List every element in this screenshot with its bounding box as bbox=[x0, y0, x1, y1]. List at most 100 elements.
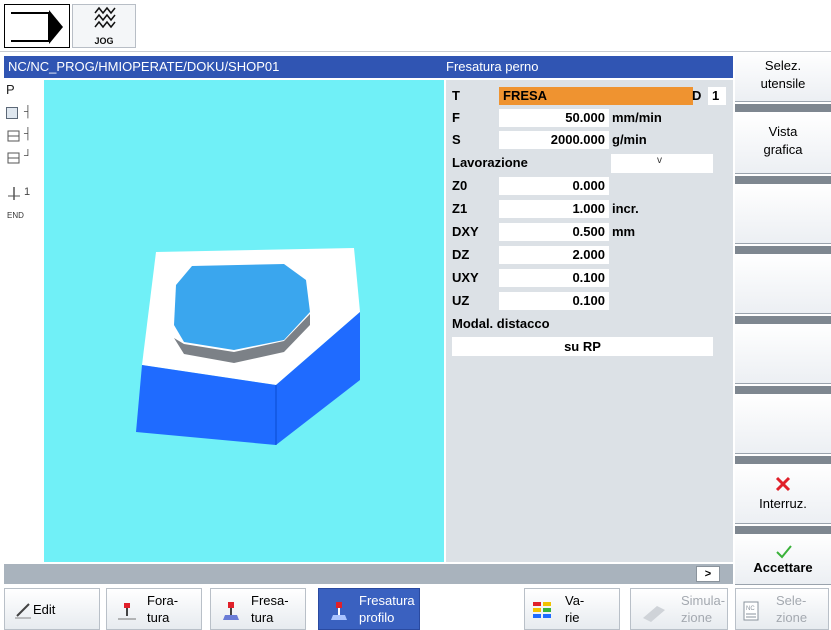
program-header-label: P bbox=[6, 82, 15, 97]
param-row-dz: DZ 2.000 bbox=[446, 245, 733, 265]
misc-label-2: rie bbox=[565, 610, 580, 625]
z0-field[interactable]: 0.000 bbox=[499, 177, 609, 195]
drilling-button[interactable]: Fora- tura bbox=[106, 588, 202, 630]
top-bar: JOG bbox=[0, 0, 831, 52]
horizontal-softkey-bar: Edit Fora- tura Fresa- tura Fresatura pr… bbox=[0, 586, 831, 630]
selection-button[interactable]: NC Sele- zione bbox=[735, 588, 829, 630]
z1-unit[interactable]: incr. bbox=[612, 201, 639, 216]
softkey-divider bbox=[735, 246, 831, 254]
tool-label: T bbox=[452, 88, 460, 103]
simulation-button[interactable]: Simula- zione bbox=[630, 588, 728, 630]
program-header-item[interactable]: P bbox=[4, 82, 44, 102]
param-row-tool: T FRESA D 1 bbox=[446, 86, 733, 106]
param-row-z1: Z1 1.000 incr. bbox=[446, 199, 733, 219]
drilling-icon bbox=[118, 603, 136, 620]
vertical-softkey-bar: Selez. utensile Vista grafica Interruz. … bbox=[735, 52, 831, 585]
softkey-divider bbox=[735, 456, 831, 464]
jog-mode-label: JOG bbox=[94, 36, 114, 46]
step-marker-icon: 1 bbox=[24, 186, 31, 198]
select-tool-button[interactable]: Selez. utensile bbox=[735, 52, 831, 102]
graphic-view-label-2: grafica bbox=[763, 142, 803, 157]
dxy-field[interactable]: 0.500 bbox=[499, 223, 609, 241]
edit-pencil-icon bbox=[15, 603, 31, 619]
vsk-3-button[interactable] bbox=[735, 184, 831, 244]
cycle-title: Fresatura perno bbox=[446, 59, 539, 74]
param-row-machining: Lavorazione v bbox=[446, 153, 733, 173]
misc-label-1: Va- bbox=[565, 593, 585, 608]
accept-button[interactable]: Accettare bbox=[735, 534, 831, 585]
softkey-divider bbox=[735, 316, 831, 324]
vsk-6-button[interactable] bbox=[735, 394, 831, 454]
jog-mode-icon bbox=[94, 6, 116, 29]
svg-text:NC: NC bbox=[746, 606, 755, 612]
selection-label-2: zione bbox=[776, 610, 808, 625]
machining-dropdown[interactable]: v bbox=[611, 154, 713, 173]
dz-field[interactable]: 2.000 bbox=[499, 246, 609, 264]
param-row-retract: su RP bbox=[446, 336, 733, 356]
step-item-pocket-2[interactable]: ┘ bbox=[4, 148, 44, 168]
contour-milling-label-2: profilo bbox=[359, 610, 395, 625]
uxy-label: UXY bbox=[452, 270, 479, 285]
tool-field[interactable]: FRESA bbox=[499, 87, 693, 105]
feed-field[interactable]: 50.000 bbox=[499, 109, 609, 127]
step-item-selected[interactable]: ┤ bbox=[4, 104, 44, 124]
feed-unit[interactable]: mm/min bbox=[612, 110, 662, 125]
z1-field[interactable]: 1.000 bbox=[499, 200, 609, 218]
step-marker-icon: ┤ bbox=[24, 106, 32, 118]
simulation-label-2: zione bbox=[681, 610, 713, 625]
program-end-item[interactable]: END bbox=[4, 208, 44, 228]
spindle-value: 2000.000 bbox=[550, 132, 605, 147]
edit-button[interactable]: Edit bbox=[4, 588, 100, 630]
param-row-retract-label: Modal. distacco bbox=[446, 314, 733, 334]
pocket-icon bbox=[7, 130, 20, 142]
tool-d-field[interactable]: 1 bbox=[708, 87, 726, 105]
tool-value: FRESA bbox=[503, 88, 548, 103]
cancel-button[interactable]: Interruz. bbox=[735, 464, 831, 524]
z0-label: Z0 bbox=[452, 178, 468, 193]
misc-button[interactable]: Va- rie bbox=[524, 588, 620, 630]
pocket-icon bbox=[7, 152, 20, 164]
vsk-4-button[interactable] bbox=[735, 254, 831, 314]
simulation-icon bbox=[643, 606, 665, 622]
step-item-pocket-1[interactable]: ┤ bbox=[4, 126, 44, 146]
retract-dropdown[interactable]: su RP bbox=[452, 337, 713, 356]
param-row-dxy: DXY 0.500 mm bbox=[446, 222, 733, 242]
spindle-unit[interactable]: g/min bbox=[612, 132, 647, 147]
chevron-down-icon: v bbox=[657, 155, 662, 166]
milling-button[interactable]: Fresa- tura bbox=[210, 588, 306, 630]
edit-label: Edit bbox=[33, 602, 56, 617]
spindle-field[interactable]: 2000.000 bbox=[499, 131, 609, 149]
select-tool-label-1: Selez. bbox=[764, 58, 802, 73]
softkey-divider bbox=[735, 176, 831, 184]
drilling-label-2: tura bbox=[147, 610, 170, 625]
feed-label: F bbox=[452, 110, 460, 125]
contour-milling-icon bbox=[331, 602, 347, 620]
select-tool-label-2: utensile bbox=[760, 76, 806, 91]
milling-icon bbox=[223, 602, 239, 620]
contour-milling-button[interactable]: Fresatura profilo bbox=[318, 588, 420, 630]
dz-label: DZ bbox=[452, 247, 470, 262]
status-bar: > bbox=[4, 564, 733, 584]
program-arrow-icon bbox=[11, 10, 63, 44]
retract-value: su RP bbox=[564, 339, 601, 354]
selection-label-1: Sele- bbox=[776, 593, 807, 608]
step-item-drill[interactable]: 1 bbox=[4, 184, 44, 204]
dxy-unit[interactable]: mm bbox=[612, 224, 635, 239]
vsk-5-button[interactable] bbox=[735, 324, 831, 384]
param-row-uz: UZ 0.100 bbox=[446, 291, 733, 311]
param-row-uxy: UXY 0.100 bbox=[446, 268, 733, 288]
graphic-view-label-1: Vista bbox=[768, 124, 798, 139]
more-button[interactable]: > bbox=[696, 566, 720, 582]
step-marker-icon: ┤ bbox=[24, 128, 32, 140]
milling-label-1: Fresa- bbox=[251, 593, 289, 608]
dz-value: 2.000 bbox=[572, 247, 605, 262]
uz-field[interactable]: 0.100 bbox=[499, 292, 609, 310]
graphic-view-button[interactable]: Vista grafica bbox=[735, 114, 831, 174]
uxy-field[interactable]: 0.100 bbox=[499, 269, 609, 287]
machining-label: Lavorazione bbox=[452, 155, 528, 170]
contour-milling-label-1: Fresatura bbox=[359, 593, 415, 608]
z0-value: 0.000 bbox=[572, 178, 605, 193]
uz-label: UZ bbox=[452, 293, 470, 308]
tool-d-value: 1 bbox=[712, 88, 720, 103]
program-button[interactable] bbox=[4, 4, 70, 48]
